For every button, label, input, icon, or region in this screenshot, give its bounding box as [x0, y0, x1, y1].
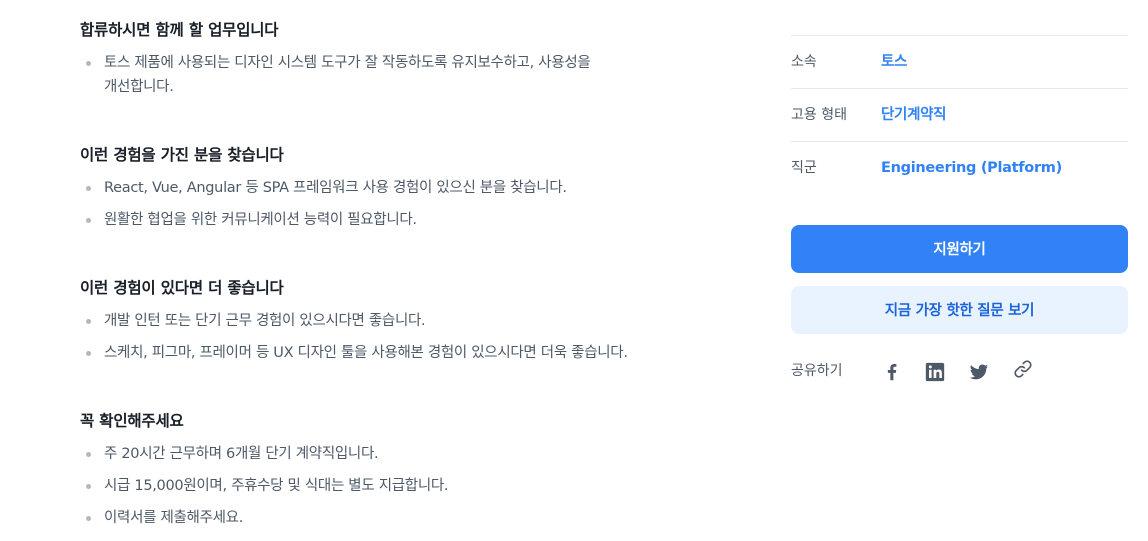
section-title: 이런 경험을 가진 분을 찾습니다: [80, 146, 284, 164]
bullet-list: 주 20시간 근무하며 6개월 단기 계약직입니다. 시급 15,000원이며,…: [80, 442, 720, 530]
info-row-affiliation: 소속 토스: [791, 35, 1128, 88]
list-item-text: 개발 인턴 또는 단기 근무 경험이 있으시다면 좋습니다.: [104, 313, 426, 329]
bullet-icon: [86, 484, 91, 489]
section-title: 이런 경험이 있다면 더 좋습니다: [80, 279, 284, 297]
list-item-text: 이력서를 제출해주세요.: [104, 510, 244, 526]
info-value: Engineering (Platform): [881, 160, 1062, 176]
bullet-list: 개발 인턴 또는 단기 근무 경험이 있으시다면 좋습니다. 스케치, 피그마,…: [80, 309, 720, 365]
list-item-text: 시급 15,000원이며, 주휴수당 및 식대는 별도 지급합니다.: [104, 478, 449, 494]
section-responsibilities: 합류하시면 함께 할 업무입니다 토스 제품에 사용되는 디자인 시스템 도구가…: [80, 19, 720, 99]
share-row: 공유하기: [791, 356, 1128, 386]
link-icon[interactable]: [1012, 358, 1034, 380]
bullet-icon: [86, 61, 91, 66]
info-value: 토스: [881, 54, 908, 70]
info-label: 고용 형태: [791, 107, 847, 123]
section-title: 꼭 확인해주세요: [80, 412, 184, 430]
facebook-icon[interactable]: [881, 361, 903, 383]
section-requirements: 이런 경험을 가진 분을 찾습니다 React, Vue, Angular 등 …: [80, 144, 720, 232]
bullet-icon: [86, 351, 91, 356]
info-row-employment-type: 고용 형태 단기계약직: [791, 88, 1128, 141]
apply-button[interactable]: 지원하기: [791, 225, 1128, 273]
list-item: 토스 제품에 사용되는 디자인 시스템 도구가 잘 작동하도록 유지보수하고, …: [80, 51, 720, 99]
list-item-text: 토스 제품에 사용되는 디자인 시스템 도구가 잘 작동하도록 유지보수하고, …: [104, 55, 591, 71]
linkedin-icon[interactable]: [924, 361, 946, 383]
info-label: 직군: [791, 160, 817, 176]
list-item-text: React, Vue, Angular 등 SPA 프레임워크 사용 경험이 있…: [104, 180, 567, 196]
info-value: 단기계약직: [881, 107, 947, 123]
list-item: React, Vue, Angular 등 SPA 프레임워크 사용 경험이 있…: [80, 176, 720, 200]
faq-button[interactable]: 지금 가장 핫한 질문 보기: [791, 286, 1128, 334]
list-item: 시급 15,000원이며, 주휴수당 및 식대는 별도 지급합니다.: [80, 474, 720, 498]
section-title: 합류하시면 함께 할 업무입니다: [80, 21, 279, 39]
list-item: 개발 인턴 또는 단기 근무 경험이 있으시다면 좋습니다.: [80, 309, 720, 333]
bullet-icon: [86, 218, 91, 223]
bullet-icon: [86, 516, 91, 521]
section-notice: 꼭 확인해주세요 주 20시간 근무하며 6개월 단기 계약직입니다. 시급 1…: [80, 410, 720, 530]
list-item-text-continued: 개선합니다.: [104, 79, 174, 95]
bullet-list: 토스 제품에 사용되는 디자인 시스템 도구가 잘 작동하도록 유지보수하고, …: [80, 51, 720, 99]
share-label: 공유하기: [791, 363, 843, 379]
bullet-list: React, Vue, Angular 등 SPA 프레임워크 사용 경험이 있…: [80, 176, 720, 232]
bullet-icon: [86, 452, 91, 457]
list-item: 스케치, 피그마, 프레이머 등 UX 디자인 툴을 사용해본 경험이 있으시다…: [80, 341, 720, 365]
list-item-text: 주 20시간 근무하며 6개월 단기 계약직입니다.: [104, 446, 379, 462]
bullet-icon: [86, 186, 91, 191]
list-item-text: 스케치, 피그마, 프레이머 등 UX 디자인 툴을 사용해본 경험이 있으시다…: [104, 345, 628, 361]
list-item: 이력서를 제출해주세요.: [80, 506, 720, 530]
list-item-text: 원활한 협업을 위한 커뮤니케이션 능력이 필요합니다.: [104, 212, 417, 228]
bullet-icon: [86, 319, 91, 324]
list-item: 주 20시간 근무하며 6개월 단기 계약직입니다.: [80, 442, 720, 466]
info-label: 소속: [791, 54, 817, 70]
section-preferred: 이런 경험이 있다면 더 좋습니다 개발 인턴 또는 단기 근무 경험이 있으시…: [80, 277, 720, 365]
info-row-job-category: 직군 Engineering (Platform): [791, 141, 1128, 194]
twitter-icon[interactable]: [968, 361, 990, 383]
list-item: 원활한 협업을 위한 커뮤니케이션 능력이 필요합니다.: [80, 208, 720, 232]
